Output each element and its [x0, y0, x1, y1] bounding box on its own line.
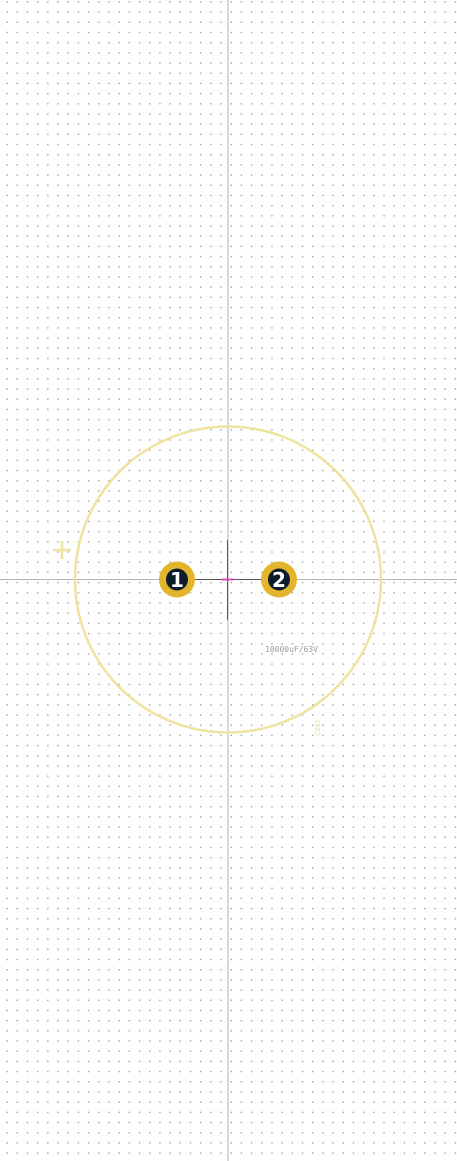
value-label: 10000uF/63V	[265, 645, 318, 654]
pad-1-label: 1	[170, 568, 184, 592]
pad-2-label: 2	[272, 568, 286, 592]
pad-1[interactable]: 1	[159, 561, 195, 598]
reference-designator: C202	[314, 719, 322, 736]
footprint-view: 1 2 10000uF/63V C202	[0, 0, 457, 1161]
pcb-canvas[interactable]: 1 2 10000uF/63V C202	[0, 0, 457, 1161]
polarity-plus-mark	[53, 541, 71, 559]
pad-2[interactable]: 2	[261, 561, 297, 598]
